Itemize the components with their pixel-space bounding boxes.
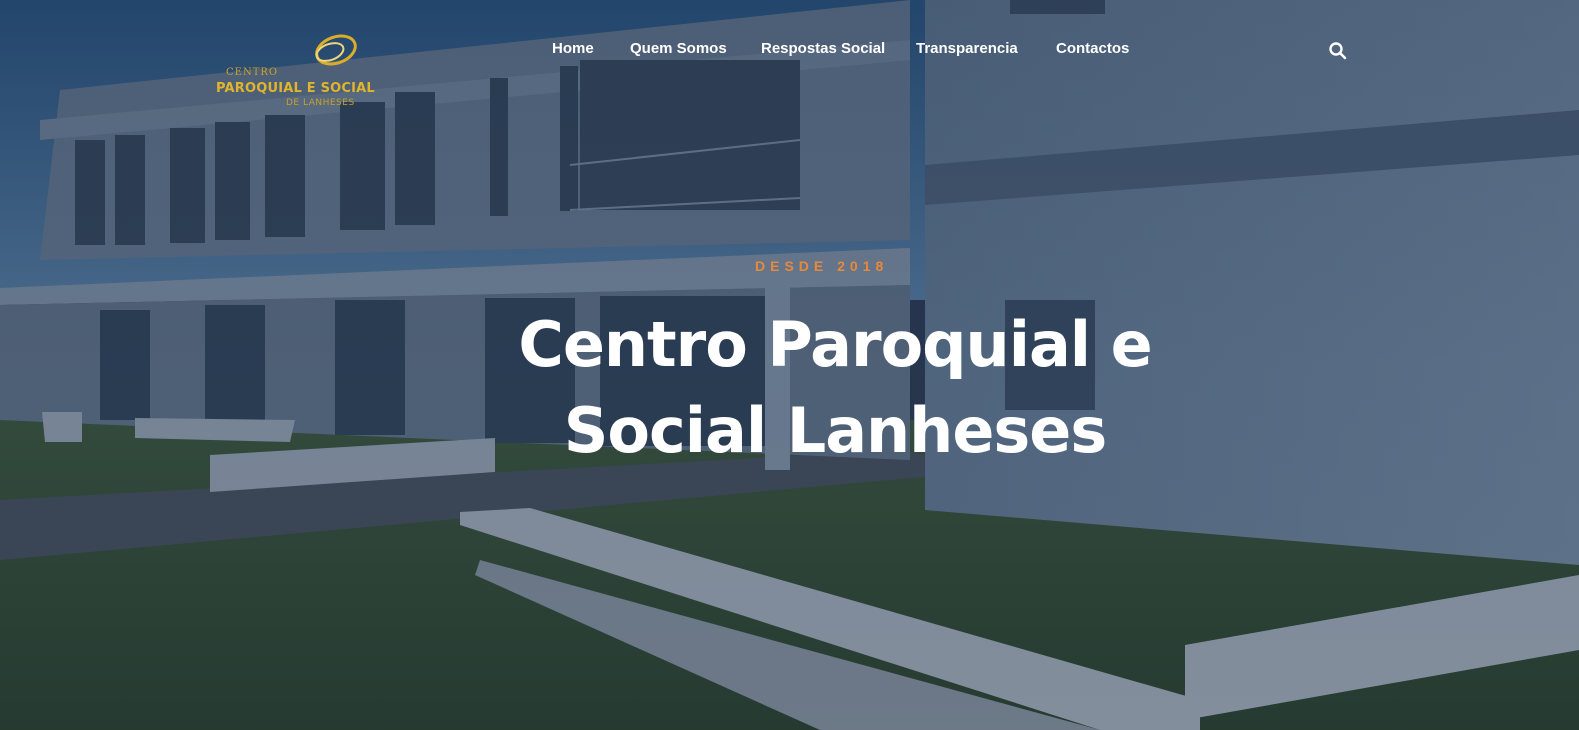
nav-respostas-social[interactable]: Respostas Social	[761, 40, 885, 57]
hero-title-line-1: Centro Paroquial e	[518, 308, 1152, 381]
nav-contactos[interactable]: Contactos	[1056, 40, 1129, 57]
hero-title: Centro Paroquial e Social Lanheses	[440, 302, 1230, 474]
hero-title-line-2: Social Lanheses	[563, 394, 1107, 467]
logo-line-2: PAROQUIAL E SOCIAL	[216, 81, 375, 96]
logo-line-3: DE LANHESES	[286, 98, 355, 108]
hero-kicker: DESDE 2018	[755, 258, 889, 274]
hero-section: CENTRO PAROQUIAL E SOCIAL DE LANHESES Ho…	[0, 0, 1579, 730]
logo-line-1: CENTRO	[226, 67, 279, 78]
nav-home[interactable]: Home	[552, 40, 594, 57]
search-icon[interactable]	[1328, 41, 1348, 61]
logo-rings-icon	[315, 34, 357, 66]
nav-quem-somos[interactable]: Quem Somos	[630, 40, 727, 57]
site-logo[interactable]: CENTRO PAROQUIAL E SOCIAL DE LANHESES	[214, 30, 375, 112]
nav-transparencia[interactable]: Transparencia	[916, 40, 1018, 57]
